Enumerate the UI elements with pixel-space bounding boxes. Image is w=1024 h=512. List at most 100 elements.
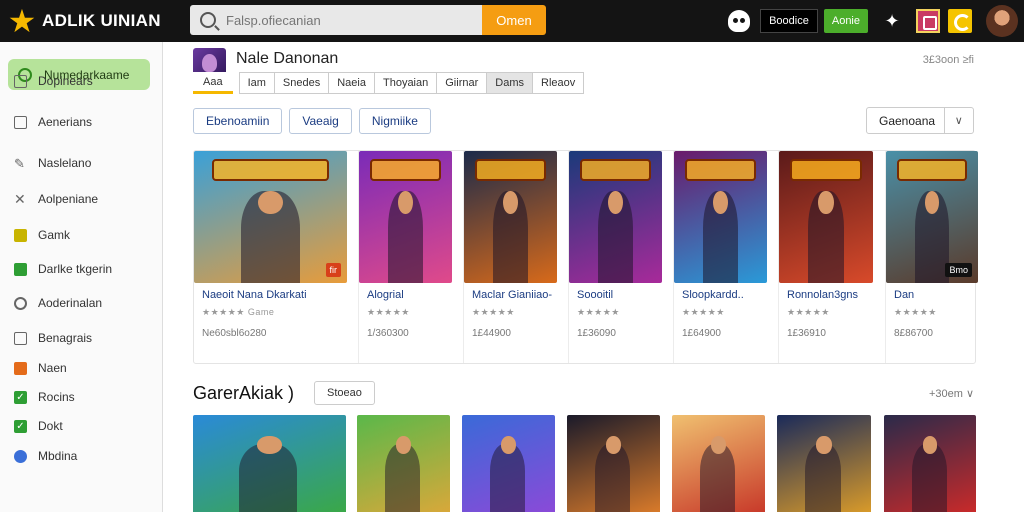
game-card[interactable]: fir Naeoit Nana Dkarkati ★★★★★ Game Ne60sbl… xyxy=(194,151,347,363)
sidebar-item-label: Darlke tkgerin xyxy=(38,262,113,276)
tab-5[interactable]: Giirnar xyxy=(436,72,488,94)
search-button[interactable]: Omen xyxy=(482,5,546,35)
game-cover-image[interactable] xyxy=(884,415,976,512)
sidebar-item-label: Dopinears xyxy=(38,74,93,88)
character-head xyxy=(396,436,411,454)
sidebar-item[interactable]: ✕ Aolpeniane xyxy=(14,190,98,208)
sidebar-item-label: Mbdina xyxy=(38,449,78,463)
game-cover-image[interactable] xyxy=(357,415,450,512)
see-more-label: +30em xyxy=(928,388,963,400)
tab-1[interactable]: Iam xyxy=(238,72,275,94)
search-input[interactable] xyxy=(226,12,466,28)
game-card[interactable]: Alogrial ★★★★★ 1/360300 xyxy=(358,151,462,363)
game-card[interactable]: Sloopkardd.. ★★★★★ 1£64900 xyxy=(673,151,777,363)
game-title[interactable]: Alogrial xyxy=(367,289,404,301)
sidebar-item[interactable]: Dopinears xyxy=(14,72,93,90)
sidebar-item[interactable]: Aenerians xyxy=(14,113,92,131)
pink-app-icon[interactable] xyxy=(916,9,940,33)
sidebar-item[interactable]: Mbdina xyxy=(14,447,77,465)
character-head xyxy=(711,436,726,454)
window-icon xyxy=(14,74,27,88)
game-cover-image[interactable] xyxy=(569,151,662,283)
game-cover-image[interactable] xyxy=(567,415,660,512)
character-head xyxy=(501,436,516,454)
star-logo-icon: ★ xyxy=(7,3,37,39)
tab-0[interactable]: Aaa xyxy=(193,72,233,94)
game-cover-image[interactable] xyxy=(674,151,767,283)
game-card[interactable]: Maclar Gianiiao- ★★★★★ 1£44900 xyxy=(463,151,567,363)
tab-4[interactable]: Thoyaian xyxy=(373,72,438,94)
user-avatar[interactable] xyxy=(986,5,1018,37)
section-button[interactable]: Stoeao xyxy=(314,381,375,405)
game-cover-image[interactable] xyxy=(777,415,871,512)
app-logo[interactable]: ★ ADLIK UINIAN xyxy=(6,5,186,37)
game-rating: ★★★★★ xyxy=(682,307,725,317)
game-cover-image[interactable]: Bmo xyxy=(886,151,978,283)
sidebar-item-label: Gamk xyxy=(38,228,71,242)
character-figure xyxy=(384,444,421,512)
sidebar-item[interactable]: Aoderinalan xyxy=(14,294,102,312)
game-card[interactable]: Bmo Dan ★★★★★ 8£86700 xyxy=(885,151,988,363)
game-cover-image[interactable] xyxy=(462,415,555,512)
game-title[interactable]: Ronnolan3gns xyxy=(787,289,858,301)
game-cover-image[interactable]: fir xyxy=(194,151,347,283)
filter-button[interactable]: Ebenoamiin xyxy=(193,108,283,134)
game-cover-image[interactable] xyxy=(779,151,873,283)
sidebar-item[interactable]: Darlke tkgerin xyxy=(14,260,112,278)
topbar-actions: Boodice Aonie ✦ xyxy=(728,0,1024,42)
game-title[interactable]: Soooitil xyxy=(577,289,613,301)
sidebar-item-label: Naslelano xyxy=(38,156,92,170)
game-card[interactable]: Ronnolan3gns ★★★★★ 1£36910 xyxy=(778,151,883,363)
see-more-link[interactable]: +30em ∨ xyxy=(929,387,974,400)
character-figure xyxy=(594,444,631,512)
game-cover-image[interactable] xyxy=(193,415,346,512)
game-downloads: 1£36090 xyxy=(577,328,616,339)
sidebar-item[interactable]: Naen xyxy=(14,359,67,377)
game-title[interactable]: Maclar Gianiiao- xyxy=(472,289,552,301)
game-downloads: 1/360300 xyxy=(367,328,409,339)
cover-title-banner xyxy=(897,159,967,181)
game-cover-image[interactable] xyxy=(672,415,765,512)
sidebar-item[interactable]: ✎ Naslelano xyxy=(14,154,91,172)
game-downloads: 1£64900 xyxy=(682,328,721,339)
character-head xyxy=(816,436,832,454)
pencil-icon: ✎ xyxy=(14,155,25,171)
tab-bar: Aaa Iam Snedes Naeia Thoyaian Giirnar Da… xyxy=(193,71,585,95)
filter-button[interactable]: Vaeaig xyxy=(289,108,352,134)
sidebar-item-label: Aenerians xyxy=(38,115,93,129)
game-cover-image[interactable] xyxy=(464,151,557,283)
tab-7[interactable]: Rleaov xyxy=(532,72,585,94)
sidebar-item[interactable]: Benagrais xyxy=(14,329,92,347)
skull-icon[interactable] xyxy=(728,10,751,32)
topbar-green-button[interactable]: Aonie xyxy=(823,9,868,33)
tab-3[interactable]: Naeia xyxy=(328,72,375,94)
game-title[interactable]: Sloopkardd.. xyxy=(682,289,744,301)
square-yellow-icon xyxy=(14,228,27,242)
filter-button[interactable]: Nigmiike xyxy=(358,108,431,134)
game-rating: ★★★★★ xyxy=(367,307,410,317)
sidebar-item[interactable]: ✓ Rocins xyxy=(14,388,75,406)
yellow-app-icon[interactable] xyxy=(948,9,972,33)
cover-title-banner xyxy=(212,159,329,181)
cover-badge: fir xyxy=(325,263,341,277)
game-rating: ★★★★★ xyxy=(894,307,937,317)
sidebar-item[interactable]: ✓ Dokt xyxy=(14,417,63,435)
topbar-dark-button[interactable]: Boodice xyxy=(760,9,818,33)
puzzle-icon[interactable]: ✦ xyxy=(882,12,902,30)
game-row-2 xyxy=(193,415,976,512)
game-cover-image[interactable] xyxy=(359,151,452,283)
game-card[interactable]: Soooitil ★★★★★ 1£36090 xyxy=(568,151,672,363)
game-rating: ★★★★★ Game xyxy=(202,307,275,317)
game-title[interactable]: Dan xyxy=(894,289,914,301)
chevron-down-icon: ∨ xyxy=(943,107,973,134)
sort-dropdown[interactable]: Gaenoana ∨ xyxy=(866,107,974,134)
cover-title-banner xyxy=(370,159,441,181)
tag-icon xyxy=(14,331,27,345)
search-bar xyxy=(190,5,482,35)
tab-2[interactable]: Snedes xyxy=(273,72,330,94)
sidebar-item[interactable]: Gamk xyxy=(14,226,70,244)
section-title: GarerAkiak ) xyxy=(193,383,295,403)
game-title[interactable]: Naeoit Nana Dkarkati xyxy=(202,289,307,301)
grid-icon xyxy=(14,115,27,129)
tab-6-selected[interactable]: Dams xyxy=(486,72,533,94)
